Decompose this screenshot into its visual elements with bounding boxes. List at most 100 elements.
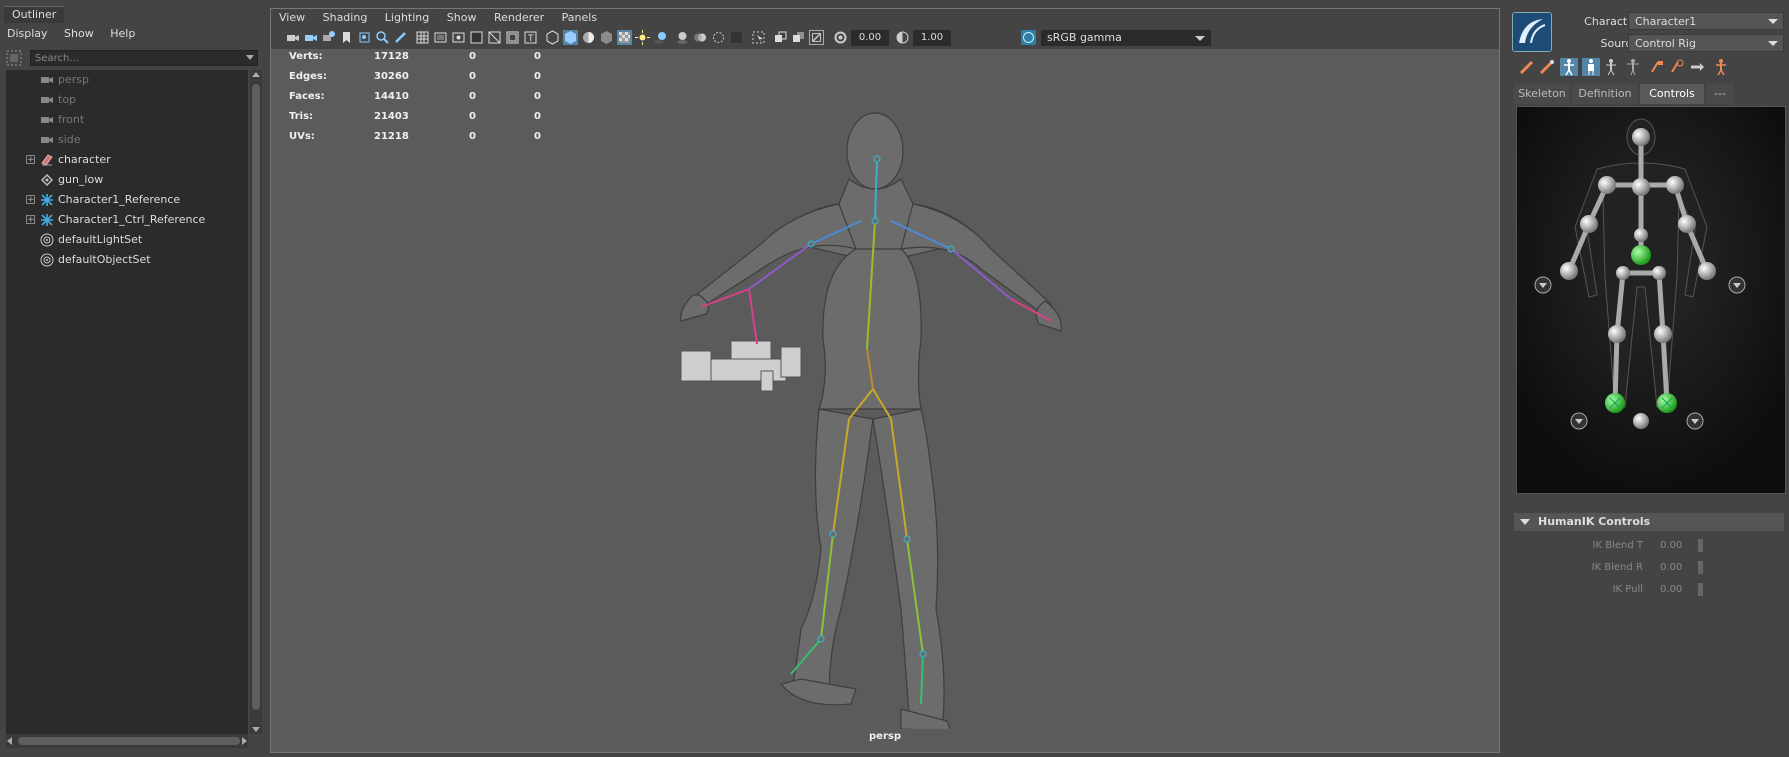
chest-effector[interactable]	[1632, 178, 1650, 196]
left-elbow-effector[interactable]	[1580, 215, 1598, 233]
right-shoulder-effector[interactable]	[1666, 176, 1684, 194]
2d-pan-zoom-icon[interactable]	[375, 30, 390, 45]
color-management-icon[interactable]	[1021, 30, 1036, 45]
tree-item-character1-ctrl-reference[interactable]: + Character1_Ctrl_Reference	[6, 210, 246, 230]
tree-item-side[interactable]: side	[6, 130, 246, 150]
wireframe-icon[interactable]	[545, 30, 560, 45]
left-shoulder-effector[interactable]	[1598, 176, 1616, 194]
xray-joints-icon[interactable]	[773, 30, 788, 45]
right-wrist-effector[interactable]	[1698, 262, 1716, 280]
motion-blur-icon[interactable]	[693, 30, 708, 45]
expand-icon[interactable]: +	[26, 195, 35, 205]
ik-blend-t-slider[interactable]: IK Blend T 0.00	[1508, 537, 1789, 555]
safe-title-icon[interactable]: T	[523, 30, 538, 45]
bookmark-icon[interactable]	[339, 30, 354, 45]
tree-item-persp[interactable]: persp	[6, 70, 246, 90]
viewport-panel[interactable]: View Shading Lighting Show Renderer Pane…	[270, 8, 1500, 753]
gamma-field[interactable]: 1.00	[913, 30, 951, 46]
hips-effector[interactable]	[1631, 245, 1651, 265]
xray-active-components-icon[interactable]	[791, 30, 806, 45]
reference-effector[interactable]	[1633, 413, 1649, 429]
left-hip-effector[interactable]	[1616, 266, 1630, 280]
resolution-gate-icon[interactable]	[451, 30, 466, 45]
stance-pose-icon[interactable]	[1624, 58, 1642, 76]
tree-item-gun-low[interactable]: gun_low	[6, 170, 246, 190]
menu-renderer[interactable]: Renderer	[486, 9, 550, 24]
right-hip-effector[interactable]	[1652, 266, 1666, 280]
humanik-logo-icon[interactable]	[1512, 12, 1552, 52]
anti-aliasing-icon[interactable]	[711, 30, 726, 45]
character-model[interactable]	[651, 109, 1071, 729]
tree-item-default-object-set[interactable]: defaultObjectSet	[6, 250, 246, 270]
safe-action-icon[interactable]	[505, 30, 520, 45]
left-knee-effector[interactable]	[1608, 325, 1626, 343]
grid-icon[interactable]	[415, 30, 430, 45]
scroll-right-icon[interactable]	[242, 737, 247, 745]
camera-attributes-icon[interactable]	[303, 30, 318, 45]
menu-help[interactable]: Help	[103, 24, 141, 40]
film-gate-icon[interactable]	[433, 30, 448, 45]
slider-value[interactable]: 0.00	[1660, 540, 1682, 551]
slider-value[interactable]: 0.00	[1660, 562, 1682, 573]
head-effector[interactable]	[1632, 128, 1650, 146]
character-dropdown[interactable]: Character1	[1628, 12, 1784, 30]
grease-pencil-icon[interactable]	[393, 30, 408, 45]
left-wrist-effector[interactable]	[1560, 262, 1578, 280]
slider-value[interactable]: 0.00	[1660, 584, 1682, 595]
selection-icon[interactable]	[1602, 58, 1620, 76]
humanik-character-icon[interactable]	[1712, 58, 1730, 76]
brush-pin-icon[interactable]	[1518, 58, 1536, 76]
scroll-up-icon[interactable]	[252, 72, 260, 77]
gamma-icon[interactable]	[895, 30, 910, 45]
xray-icon[interactable]	[599, 30, 614, 45]
slider-handle[interactable]	[1698, 561, 1703, 574]
smooth-shade-icon[interactable]	[563, 30, 578, 45]
menu-panels[interactable]: Panels	[554, 9, 603, 24]
default-material-icon[interactable]	[581, 30, 596, 45]
menu-view[interactable]: View	[271, 9, 311, 24]
exposure-icon[interactable]	[833, 30, 848, 45]
color-space-dropdown[interactable]: sRGB gamma	[1041, 30, 1211, 46]
image-plane-icon[interactable]	[357, 30, 372, 45]
scroll-thumb[interactable]	[18, 737, 240, 745]
menu-show[interactable]: Show	[439, 9, 483, 24]
search-options-chevron-icon[interactable]	[246, 55, 254, 60]
humanik-controls-header[interactable]: HumanIK Controls	[1514, 513, 1784, 531]
scroll-thumb[interactable]	[252, 84, 260, 710]
search-input[interactable]: Search...	[30, 50, 258, 66]
tab-definition[interactable]: Definition	[1572, 84, 1638, 104]
brush-pin-translate-icon[interactable]	[1538, 58, 1556, 76]
source-dropdown[interactable]: Control Rig	[1628, 34, 1784, 52]
tree-item-character1-reference[interactable]: + Character1_Reference	[6, 190, 246, 210]
field-chart-icon[interactable]	[487, 30, 502, 45]
tab-controls[interactable]: Controls	[1640, 84, 1704, 104]
humanik-control-rig-view[interactable]	[1516, 106, 1786, 494]
slider-handle[interactable]	[1698, 583, 1703, 596]
right-knee-effector[interactable]	[1654, 325, 1672, 343]
tree-item-front[interactable]: front	[6, 110, 246, 130]
expand-icon[interactable]: +	[26, 155, 35, 165]
lights-icon[interactable]	[635, 30, 650, 45]
gate-mask-icon[interactable]	[469, 30, 484, 45]
menu-display[interactable]: Display	[0, 24, 54, 40]
shadows-icon[interactable]	[653, 30, 668, 45]
depth-of-field-icon[interactable]	[729, 30, 744, 45]
tree-item-default-light-set[interactable]: defaultLightSet	[6, 230, 246, 250]
backface-culling-icon[interactable]	[809, 30, 824, 45]
full-body-icon[interactable]	[1560, 58, 1578, 76]
bookmarks-icon[interactable]	[321, 30, 336, 45]
scroll-down-icon[interactable]	[252, 727, 260, 732]
scroll-left-icon[interactable]	[7, 737, 12, 745]
tab-more[interactable]: ---	[1706, 84, 1734, 104]
textured-icon[interactable]	[617, 30, 632, 45]
tree-item-top[interactable]: top	[6, 90, 246, 110]
slider-handle[interactable]	[1698, 539, 1703, 552]
tab-skeleton[interactable]: Skeleton	[1514, 84, 1570, 104]
ik-pull-slider[interactable]: IK Pull 0.00	[1508, 581, 1789, 599]
horizontal-scrollbar[interactable]	[6, 734, 248, 748]
vertical-scrollbar[interactable]	[250, 70, 262, 734]
body-part-icon[interactable]	[1582, 58, 1600, 76]
ik-blend-r-slider[interactable]: IK Blend R 0.00	[1508, 559, 1789, 577]
select-camera-icon[interactable]	[285, 30, 300, 45]
tree-item-character[interactable]: + character	[6, 150, 246, 170]
